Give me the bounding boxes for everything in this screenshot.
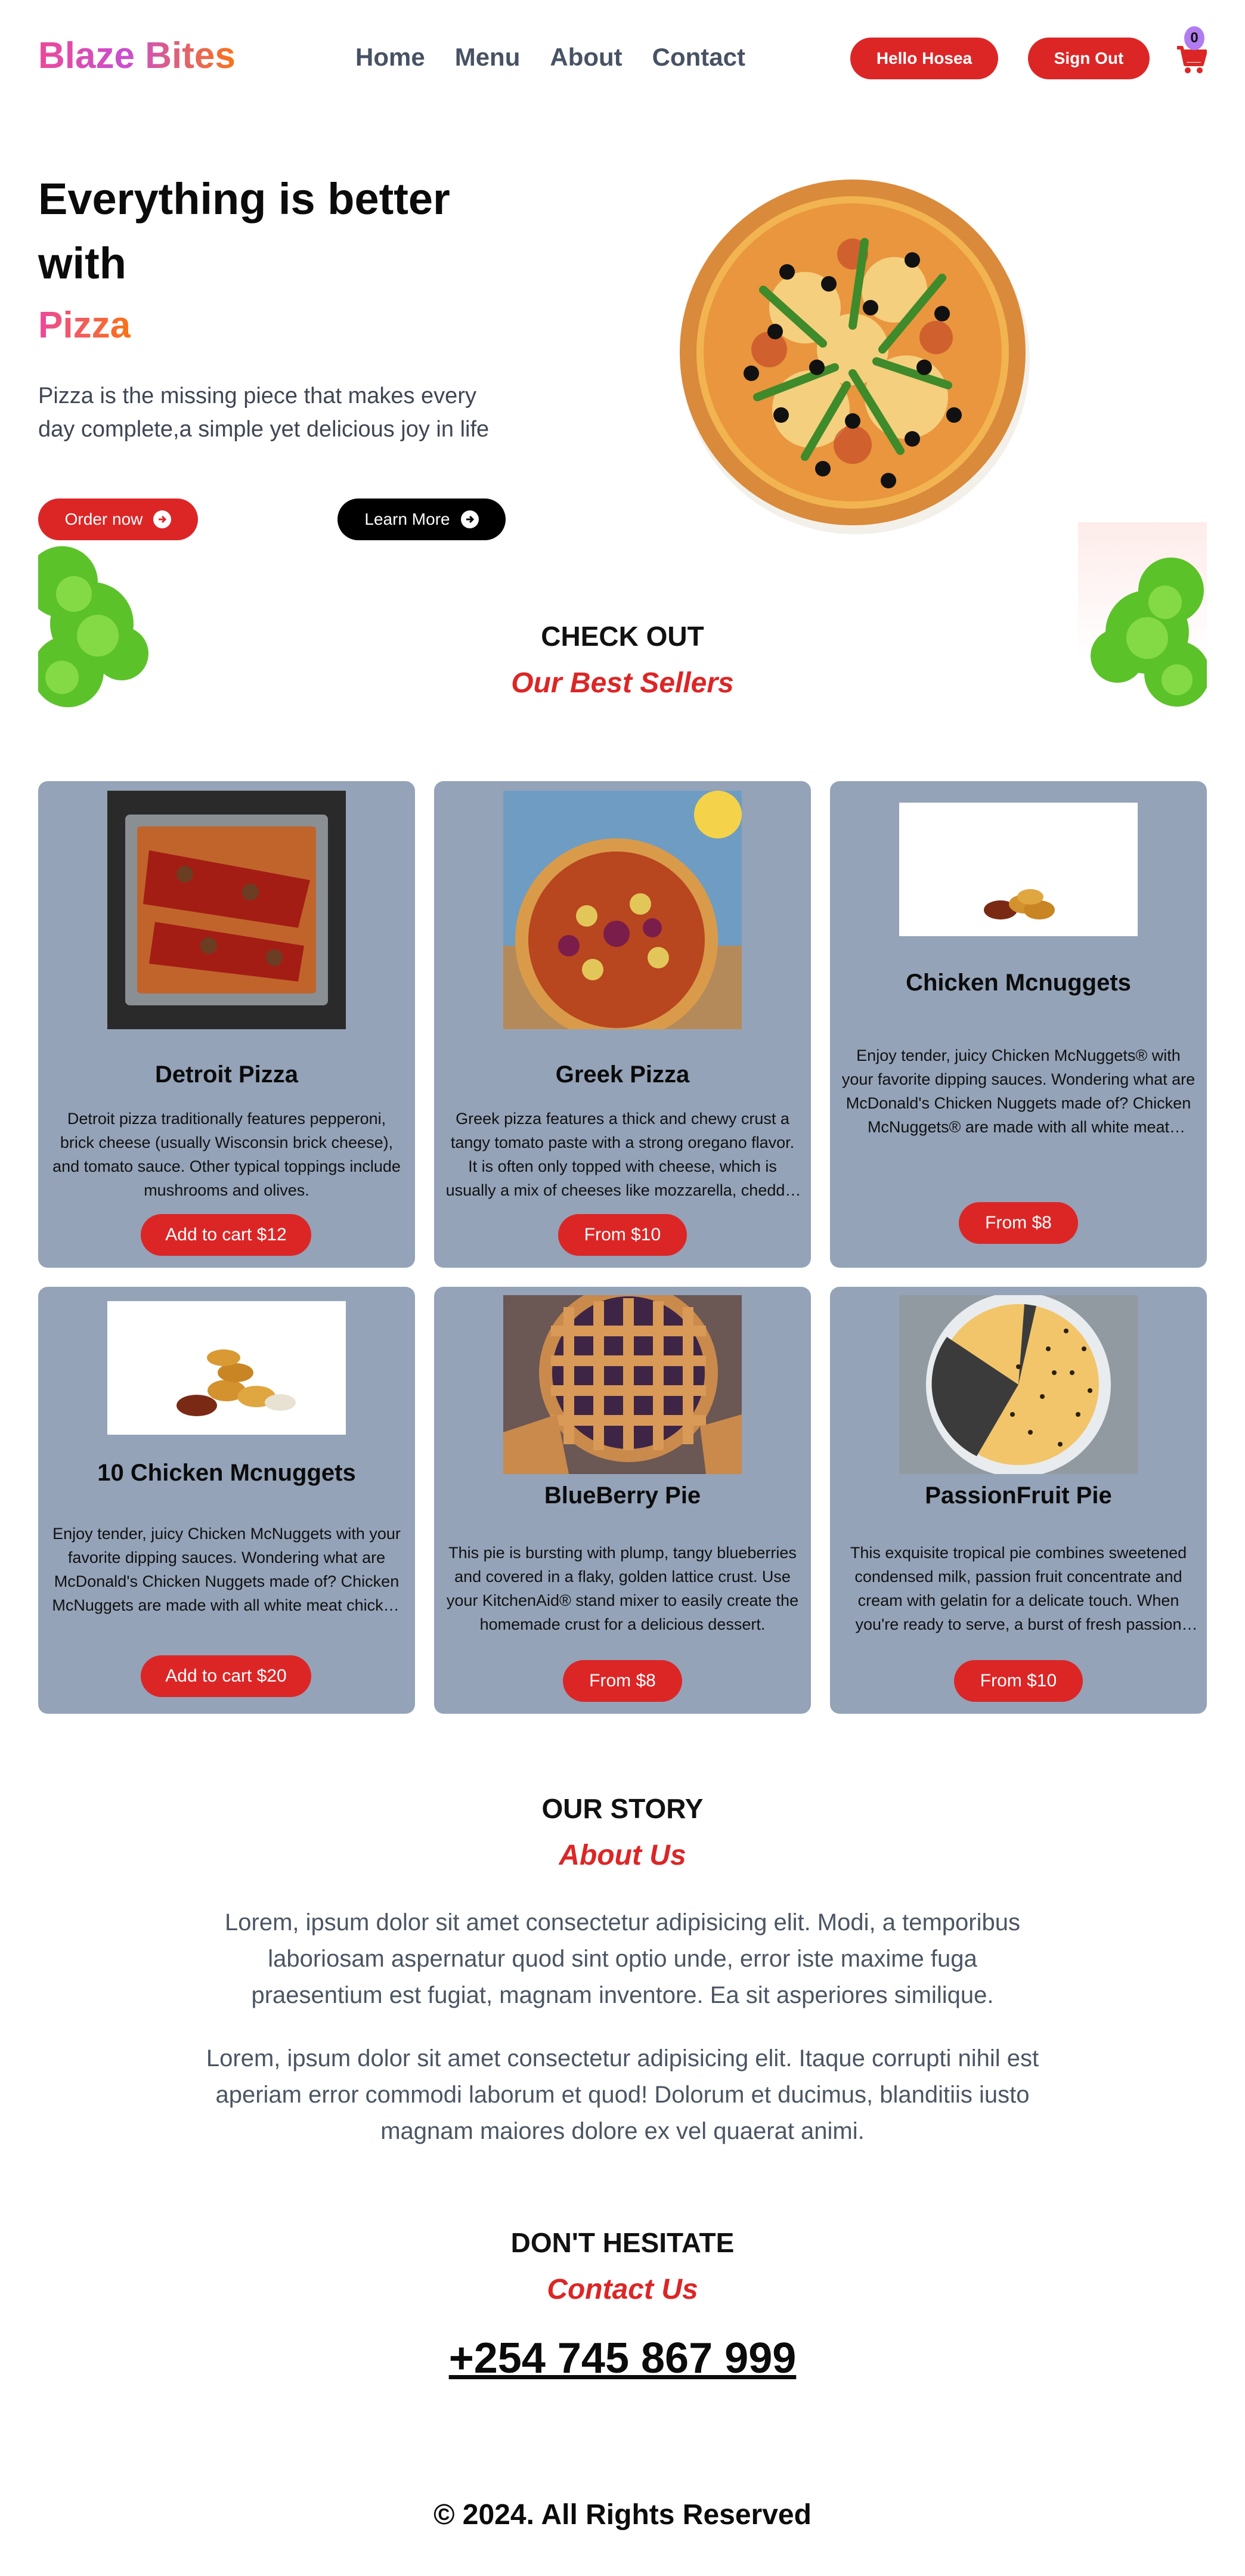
product-card-passionfruit-pie: PassionFruit Pie This exquisite tropical… <box>830 1287 1207 1714</box>
arrow-right-icon <box>153 510 172 528</box>
story-heading: About Us <box>559 1840 686 1871</box>
footer-copyright: © 2024. All Rights Reserved <box>433 2499 812 2531</box>
sign-out-button[interactable]: Sign Out <box>1028 38 1150 79</box>
detroit-pizza-image <box>107 791 346 1029</box>
product-card-10-chicken-mcnuggets: 10 Chicken Mcnuggets Enjoy tender, juicy… <box>38 1287 415 1714</box>
product-card-chicken-mcnuggets: Chicken Mcnuggets Enjoy tender, juicy Ch… <box>830 781 1207 1268</box>
blueberry-pie-image <box>503 1295 742 1474</box>
add-to-cart-button[interactable]: Add to cart $20 <box>141 1655 311 1697</box>
learn-more-button[interactable]: Learn More <box>337 499 506 540</box>
hero-pizza-image <box>674 171 1032 534</box>
add-to-cart-button[interactable]: From $8 <box>959 1202 1078 1244</box>
product-description: Enjoy tender, juicy Chicken McNuggets® w… <box>841 1046 1196 1136</box>
hero-title: Everything is better with <box>38 174 450 288</box>
arrow-right-icon <box>460 510 479 528</box>
hero-description: Pizza is the missing piece that makes ev… <box>38 383 490 442</box>
add-to-cart-button[interactable]: Add to cart $12 <box>141 1214 311 1256</box>
add-to-cart-button[interactable]: From $10 <box>954 1660 1083 1702</box>
nav-link-contact[interactable]: Contact <box>652 43 745 72</box>
product-card-blueberry-pie: BlueBerry Pie This pie is bursting with … <box>434 1287 811 1714</box>
best-sellers-kicker: CHECK OUT <box>541 621 704 652</box>
best-sellers-heading: Our Best Sellers <box>511 667 734 699</box>
learn-more-label: Learn More <box>364 510 450 528</box>
ten-chicken-mcnuggets-image <box>107 1301 346 1435</box>
contact-phone-link[interactable]: +254 745 867 999 <box>0 2334 1245 2383</box>
product-title: Chicken Mcnuggets <box>906 970 1131 996</box>
product-card-detroit-pizza: Detroit Pizza Detroit pizza traditionall… <box>38 781 415 1268</box>
product-description: Detroit pizza traditionally features pep… <box>52 1110 401 1199</box>
story-kicker: OUR STORY <box>541 1793 704 1824</box>
product-description: This exquisite tropical pie combines swe… <box>850 1544 1187 1633</box>
brand-logo[interactable]: Blaze Bites <box>38 35 236 77</box>
story-paragraph-2: Lorem, ipsum dolor sit amet consectetur … <box>206 2045 1039 2144</box>
add-to-cart-button[interactable]: From $8 <box>563 1660 682 1702</box>
product-description: Greek pizza features a thick and chewy c… <box>445 1110 800 1199</box>
chicken-mcnuggets-image <box>899 803 1138 936</box>
cart-count-badge: 0 <box>1184 26 1204 50</box>
nav-link-home[interactable]: Home <box>355 43 425 72</box>
product-title: 10 Chicken Mcnuggets <box>97 1460 356 1486</box>
product-description: This pie is bursting with plump, tangy b… <box>446 1544 799 1633</box>
order-now-label: Order now <box>64 510 143 528</box>
passionfruit-pie-image <box>899 1295 1138 1474</box>
add-to-cart-button[interactable]: From $10 <box>558 1214 687 1256</box>
contact-heading: Contact Us <box>547 2274 698 2305</box>
nav-link-menu[interactable]: Menu <box>455 43 521 72</box>
site-header: Blaze Bites Home Menu About Contact Hell… <box>0 0 1245 119</box>
contact-kicker: DON'T HESITATE <box>510 2227 735 2258</box>
hello-user-button[interactable]: Hello Hosea <box>850 38 998 79</box>
product-title: PassionFruit Pie <box>925 1482 1112 1509</box>
product-card-greek-pizza: Greek Pizza Greek pizza features a thick… <box>434 781 811 1268</box>
hero-accent-word: Pizza <box>38 305 131 346</box>
main-nav: Home Menu About Contact <box>355 43 745 72</box>
product-title: Greek Pizza <box>555 1061 690 1088</box>
product-description: Enjoy tender, juicy Chicken McNuggets wi… <box>52 1525 401 1614</box>
story-paragraph-1: Lorem, ipsum dolor sit amet consectetur … <box>225 1909 1020 2008</box>
product-title: BlueBerry Pie <box>544 1482 701 1509</box>
product-title: Detroit Pizza <box>154 1061 299 1088</box>
nav-link-about[interactable]: About <box>550 43 622 72</box>
greek-pizza-image <box>503 791 742 1029</box>
